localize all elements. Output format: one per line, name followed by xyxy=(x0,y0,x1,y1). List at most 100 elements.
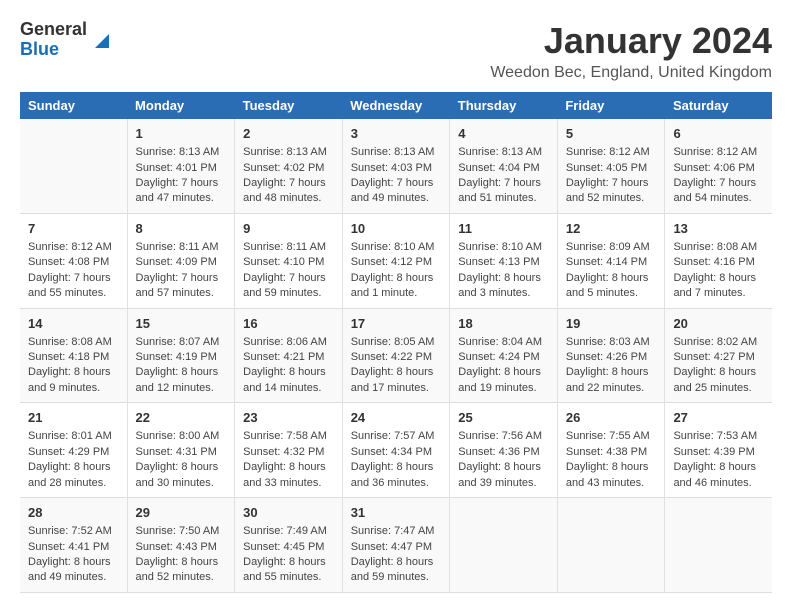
day-info: Daylight: 8 hours xyxy=(566,271,657,286)
day-info: Daylight: 8 hours xyxy=(243,460,334,475)
day-number: 23 xyxy=(243,409,334,427)
day-cell: 16Sunrise: 8:06 AMSunset: 4:21 PMDayligh… xyxy=(235,308,343,403)
title-location: Weedon Bec, England, United Kingdom xyxy=(490,64,772,82)
day-info: Daylight: 8 hours xyxy=(351,365,442,380)
day-cell: 27Sunrise: 7:53 AMSunset: 4:39 PMDayligh… xyxy=(665,403,772,498)
day-info: and 55 minutes. xyxy=(243,570,334,585)
title-block: January 2024 Weedon Bec, England, United… xyxy=(490,20,772,82)
day-number: 15 xyxy=(136,315,227,333)
day-info: and 43 minutes. xyxy=(566,476,657,491)
day-number: 31 xyxy=(351,504,442,522)
logo-blue: Blue xyxy=(20,40,87,60)
day-info: Daylight: 8 hours xyxy=(673,271,764,286)
day-cell: 25Sunrise: 7:56 AMSunset: 4:36 PMDayligh… xyxy=(450,403,558,498)
day-info: Sunrise: 7:56 AM xyxy=(458,429,549,444)
day-cell: 7Sunrise: 8:12 AMSunset: 4:08 PMDaylight… xyxy=(20,213,127,308)
day-number: 14 xyxy=(28,315,119,333)
day-info: Sunrise: 7:50 AM xyxy=(136,524,227,539)
day-number: 20 xyxy=(673,315,764,333)
day-info: Sunrise: 7:47 AM xyxy=(351,524,442,539)
day-number: 24 xyxy=(351,409,442,427)
day-info: and 49 minutes. xyxy=(351,191,442,206)
day-cell: 21Sunrise: 8:01 AMSunset: 4:29 PMDayligh… xyxy=(20,403,127,498)
day-info: Sunset: 4:03 PM xyxy=(351,161,442,176)
day-info: Daylight: 8 hours xyxy=(136,555,227,570)
day-cell: 24Sunrise: 7:57 AMSunset: 4:34 PMDayligh… xyxy=(342,403,450,498)
day-info: Sunrise: 8:00 AM xyxy=(136,429,227,444)
day-info: and 48 minutes. xyxy=(243,191,334,206)
day-info: Sunrise: 8:01 AM xyxy=(28,429,119,444)
day-info: and 46 minutes. xyxy=(673,476,764,491)
day-info: Sunset: 4:08 PM xyxy=(28,255,119,270)
day-info: Sunrise: 8:12 AM xyxy=(673,145,764,160)
day-info: Sunset: 4:05 PM xyxy=(566,161,657,176)
day-number: 28 xyxy=(28,504,119,522)
day-info: Daylight: 7 hours xyxy=(243,271,334,286)
day-info: and 12 minutes. xyxy=(136,381,227,396)
day-number: 6 xyxy=(673,125,764,143)
day-number: 4 xyxy=(458,125,549,143)
day-info: Sunrise: 8:11 AM xyxy=(243,240,334,255)
day-cell: 30Sunrise: 7:49 AMSunset: 4:45 PMDayligh… xyxy=(235,498,343,593)
day-info: and 52 minutes. xyxy=(566,191,657,206)
day-info: Sunset: 4:45 PM xyxy=(243,540,334,555)
day-info: and 9 minutes. xyxy=(28,381,119,396)
day-info: Daylight: 7 hours xyxy=(136,176,227,191)
day-number: 3 xyxy=(351,125,442,143)
day-cell: 19Sunrise: 8:03 AMSunset: 4:26 PMDayligh… xyxy=(557,308,665,403)
day-cell: 15Sunrise: 8:07 AMSunset: 4:19 PMDayligh… xyxy=(127,308,235,403)
day-cell: 20Sunrise: 8:02 AMSunset: 4:27 PMDayligh… xyxy=(665,308,772,403)
day-number: 27 xyxy=(673,409,764,427)
day-number: 5 xyxy=(566,125,657,143)
day-info: and 47 minutes. xyxy=(136,191,227,206)
day-cell: 6Sunrise: 8:12 AMSunset: 4:06 PMDaylight… xyxy=(665,119,772,213)
day-info: and 5 minutes. xyxy=(566,286,657,301)
day-info: Sunrise: 8:04 AM xyxy=(458,335,549,350)
logo: General Blue xyxy=(20,20,113,60)
day-info: Sunset: 4:09 PM xyxy=(136,255,227,270)
day-cell: 3Sunrise: 8:13 AMSunset: 4:03 PMDaylight… xyxy=(342,119,450,213)
day-info: Sunrise: 8:02 AM xyxy=(673,335,764,350)
day-cell: 22Sunrise: 8:00 AMSunset: 4:31 PMDayligh… xyxy=(127,403,235,498)
day-info: Sunrise: 8:07 AM xyxy=(136,335,227,350)
day-cell: 5Sunrise: 8:12 AMSunset: 4:05 PMDaylight… xyxy=(557,119,665,213)
day-info: Sunrise: 8:03 AM xyxy=(566,335,657,350)
day-info: Sunset: 4:32 PM xyxy=(243,445,334,460)
day-info: Sunset: 4:19 PM xyxy=(136,350,227,365)
day-info: Daylight: 7 hours xyxy=(243,176,334,191)
header-tuesday: Tuesday xyxy=(235,92,343,119)
day-info: Sunrise: 8:11 AM xyxy=(136,240,227,255)
day-cell: 31Sunrise: 7:47 AMSunset: 4:47 PMDayligh… xyxy=(342,498,450,593)
day-cell: 10Sunrise: 8:10 AMSunset: 4:12 PMDayligh… xyxy=(342,213,450,308)
day-cell: 28Sunrise: 7:52 AMSunset: 4:41 PMDayligh… xyxy=(20,498,127,593)
day-info: Sunset: 4:26 PM xyxy=(566,350,657,365)
day-number: 1 xyxy=(136,125,227,143)
week-row-1: 7Sunrise: 8:12 AMSunset: 4:08 PMDaylight… xyxy=(20,213,772,308)
day-info: and 52 minutes. xyxy=(136,570,227,585)
day-cell: 23Sunrise: 7:58 AMSunset: 4:32 PMDayligh… xyxy=(235,403,343,498)
day-info: Daylight: 8 hours xyxy=(28,365,119,380)
day-info: Sunset: 4:16 PM xyxy=(673,255,764,270)
day-info: and 30 minutes. xyxy=(136,476,227,491)
page-header: General Blue January 2024 Weedon Bec, En… xyxy=(20,20,772,82)
header-thursday: Thursday xyxy=(450,92,558,119)
day-info: and 57 minutes. xyxy=(136,286,227,301)
day-info: Sunset: 4:21 PM xyxy=(243,350,334,365)
day-info: Daylight: 8 hours xyxy=(458,460,549,475)
day-info: Daylight: 8 hours xyxy=(458,271,549,286)
calendar-table: SundayMondayTuesdayWednesdayThursdayFrid… xyxy=(20,92,772,593)
day-cell xyxy=(557,498,665,593)
day-info: and 36 minutes. xyxy=(351,476,442,491)
day-info: Sunset: 4:18 PM xyxy=(28,350,119,365)
day-info: Sunset: 4:24 PM xyxy=(458,350,549,365)
day-info: Sunset: 4:01 PM xyxy=(136,161,227,176)
day-cell: 18Sunrise: 8:04 AMSunset: 4:24 PMDayligh… xyxy=(450,308,558,403)
day-cell: 14Sunrise: 8:08 AMSunset: 4:18 PMDayligh… xyxy=(20,308,127,403)
week-row-4: 28Sunrise: 7:52 AMSunset: 4:41 PMDayligh… xyxy=(20,498,772,593)
day-info: and 49 minutes. xyxy=(28,570,119,585)
day-number: 12 xyxy=(566,220,657,238)
day-info: Daylight: 7 hours xyxy=(351,176,442,191)
week-row-2: 14Sunrise: 8:08 AMSunset: 4:18 PMDayligh… xyxy=(20,308,772,403)
day-cell: 8Sunrise: 8:11 AMSunset: 4:09 PMDaylight… xyxy=(127,213,235,308)
day-info: Sunrise: 8:10 AM xyxy=(458,240,549,255)
